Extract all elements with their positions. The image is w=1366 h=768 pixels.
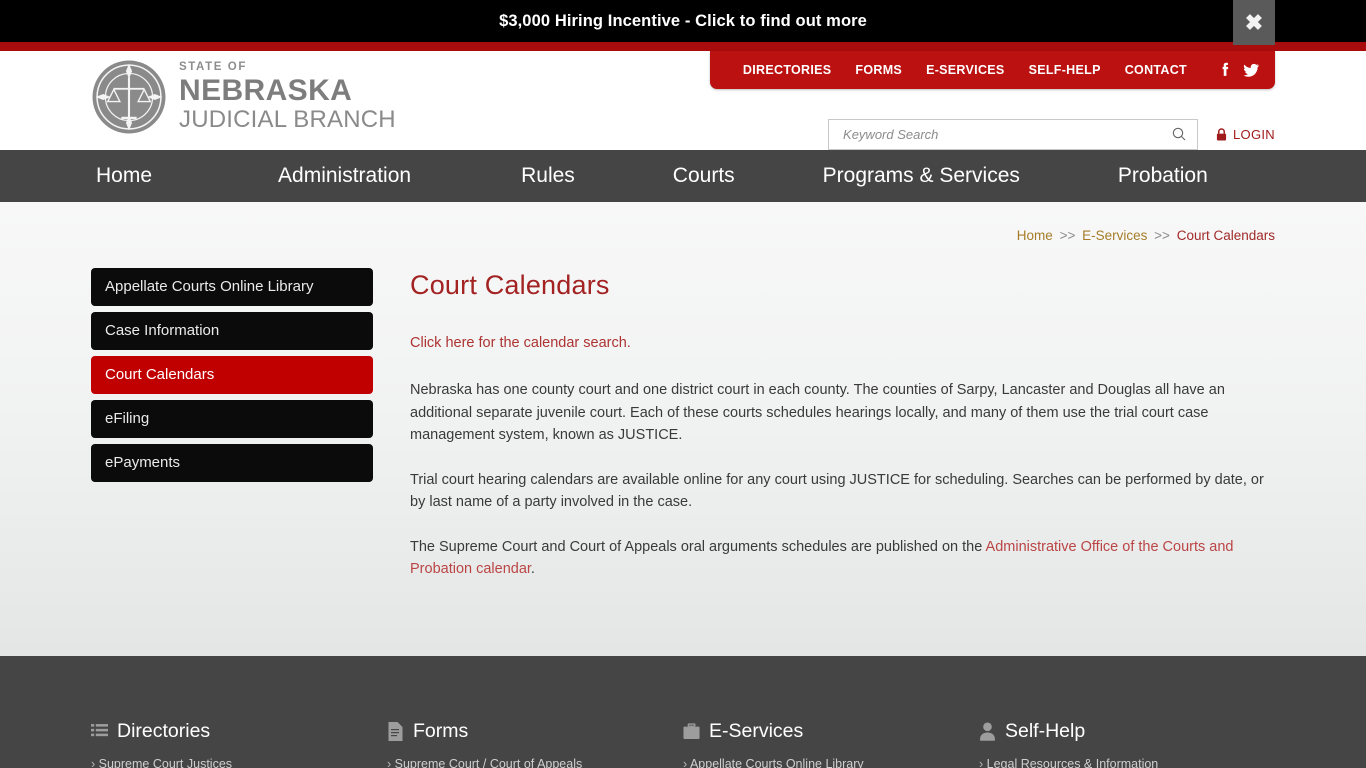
login-button[interactable]: LOGIN — [1216, 127, 1275, 142]
main-navigation: Home Administration Rules Courts Program… — [0, 150, 1366, 202]
footer-heading-self-help[interactable]: Self-Help — [979, 720, 1275, 743]
breadcrumb-item-e-services[interactable]: E-Services — [1082, 228, 1147, 243]
utility-nav: DIRECTORIES FORMS E-SERVICES SELF-HELP C… — [710, 51, 1275, 89]
footer-link[interactable]: Supreme Court / Court of Appeals — [387, 756, 683, 768]
footer-column-e-services: E-Services Appellate Courts Online Libra… — [683, 720, 979, 768]
red-divider — [0, 42, 1366, 51]
nav-item-home[interactable]: Home — [96, 164, 152, 188]
footer-link[interactable]: Supreme Court Justices — [91, 756, 387, 768]
paragraph-3-text-before: The Supreme Court and Court of Appeals o… — [410, 538, 986, 555]
list-icon — [91, 724, 108, 737]
sidebar-item-epayments[interactable]: ePayments — [91, 444, 373, 482]
utility-link-directories[interactable]: DIRECTORIES — [743, 63, 832, 77]
sidebar-menu: Appellate Courts Online Library Case Inf… — [91, 268, 373, 603]
breadcrumb-item-current: Court Calendars — [1176, 228, 1275, 243]
facebook-icon[interactable] — [1215, 60, 1235, 80]
footer-heading-label: Self-Help — [1005, 720, 1086, 742]
body-columns: Appellate Courts Online Library Case Inf… — [91, 268, 1281, 603]
search-input[interactable] — [841, 126, 1171, 143]
sidebar-item-court-calendars[interactable]: Court Calendars — [91, 356, 373, 394]
search-icon[interactable] — [1170, 126, 1188, 144]
close-icon[interactable]: ✖ — [1233, 0, 1275, 45]
alert-message[interactable]: $3,000 Hiring Incentive - Click to find … — [499, 12, 867, 31]
footer-heading-forms[interactable]: Forms — [387, 720, 683, 743]
search-and-login: LOGIN — [828, 119, 1275, 150]
nav-item-probation[interactable]: Probation — [1118, 164, 1208, 188]
footer-heading-label: Directories — [117, 720, 211, 742]
nav-item-courts[interactable]: Courts — [673, 164, 735, 188]
breadcrumb: Home >> E-Services >> Court Calendars — [1017, 228, 1275, 243]
site-logo[interactable]: STATE OF NEBRASKA JUDICIAL BRANCH — [91, 59, 396, 135]
scales-of-justice-seal-icon — [92, 60, 166, 134]
breadcrumb-item-home[interactable]: Home — [1017, 228, 1053, 243]
utility-link-forms[interactable]: FORMS — [855, 63, 902, 77]
nav-item-administration[interactable]: Administration — [278, 164, 411, 188]
paragraph-3: The Supreme Court and Court of Appeals o… — [410, 536, 1272, 581]
paragraph-3-text-after: . — [530, 561, 535, 577]
breadcrumb-separator: >> — [1059, 228, 1076, 243]
sidebar-item-appellate-courts-online-library[interactable]: Appellate Courts Online Library — [91, 268, 373, 306]
briefcase-icon — [683, 723, 700, 739]
nav-item-rules[interactable]: Rules — [521, 164, 575, 188]
document-icon — [388, 722, 403, 741]
paragraph-2: Trial court hearing calendars are availa… — [410, 471, 1264, 511]
sidebar-item-efiling[interactable]: eFiling — [91, 400, 373, 438]
search-box[interactable] — [828, 119, 1199, 150]
paragraph-1: Nebraska has one county court and one di… — [410, 382, 1225, 443]
main-column: Court Calendars Click here for the calen… — [373, 268, 1281, 603]
site-header: STATE OF NEBRASKA JUDICIAL BRANCH DIRECT… — [0, 51, 1366, 150]
utility-link-self-help[interactable]: SELF-HELP — [1029, 63, 1101, 77]
lock-icon — [1216, 128, 1227, 141]
footer-heading-label: Forms — [413, 720, 469, 742]
utility-link-contact[interactable]: CONTACT — [1125, 63, 1187, 77]
footer-heading-label: E-Services — [709, 720, 804, 742]
alert-banner: $3,000 Hiring Incentive - Click to find … — [0, 0, 1366, 45]
login-label: LOGIN — [1233, 127, 1275, 142]
footer-link[interactable]: Appellate Courts Online Library — [683, 756, 979, 768]
footer-link[interactable]: Legal Resources & Information — [979, 756, 1275, 768]
footer-column-directories: Directories Supreme Court Justices — [91, 720, 387, 768]
site-footer: Directories Supreme Court Justices Forms… — [0, 656, 1366, 768]
footer-column-forms: Forms Supreme Court / Court of Appeals — [387, 720, 683, 768]
page-title: Court Calendars — [410, 270, 610, 300]
page-content: Home >> E-Services >> Court Calendars Ap… — [0, 202, 1366, 656]
logo-state-of: STATE OF — [179, 61, 247, 74]
footer-heading-directories[interactable]: Directories — [91, 720, 387, 743]
footer-heading-e-services[interactable]: E-Services — [683, 720, 979, 743]
twitter-icon[interactable] — [1241, 60, 1261, 80]
utility-link-e-services[interactable]: E-SERVICES — [926, 63, 1005, 77]
logo-wordmark: STATE OF NEBRASKA JUDICIAL BRANCH — [179, 60, 396, 134]
calendar-search-link[interactable]: Click here for the calendar search. — [410, 335, 1281, 351]
person-icon — [980, 722, 995, 741]
logo-judicial-branch: JUDICIAL BRANCH — [179, 106, 396, 134]
breadcrumb-separator: >> — [1154, 228, 1170, 243]
logo-nebraska: NEBRASKA — [179, 73, 353, 107]
nav-item-programs-services[interactable]: Programs & Services — [823, 164, 1020, 188]
footer-column-self-help: Self-Help Legal Resources & Information — [979, 720, 1275, 768]
sidebar-item-case-information[interactable]: Case Information — [91, 312, 373, 350]
